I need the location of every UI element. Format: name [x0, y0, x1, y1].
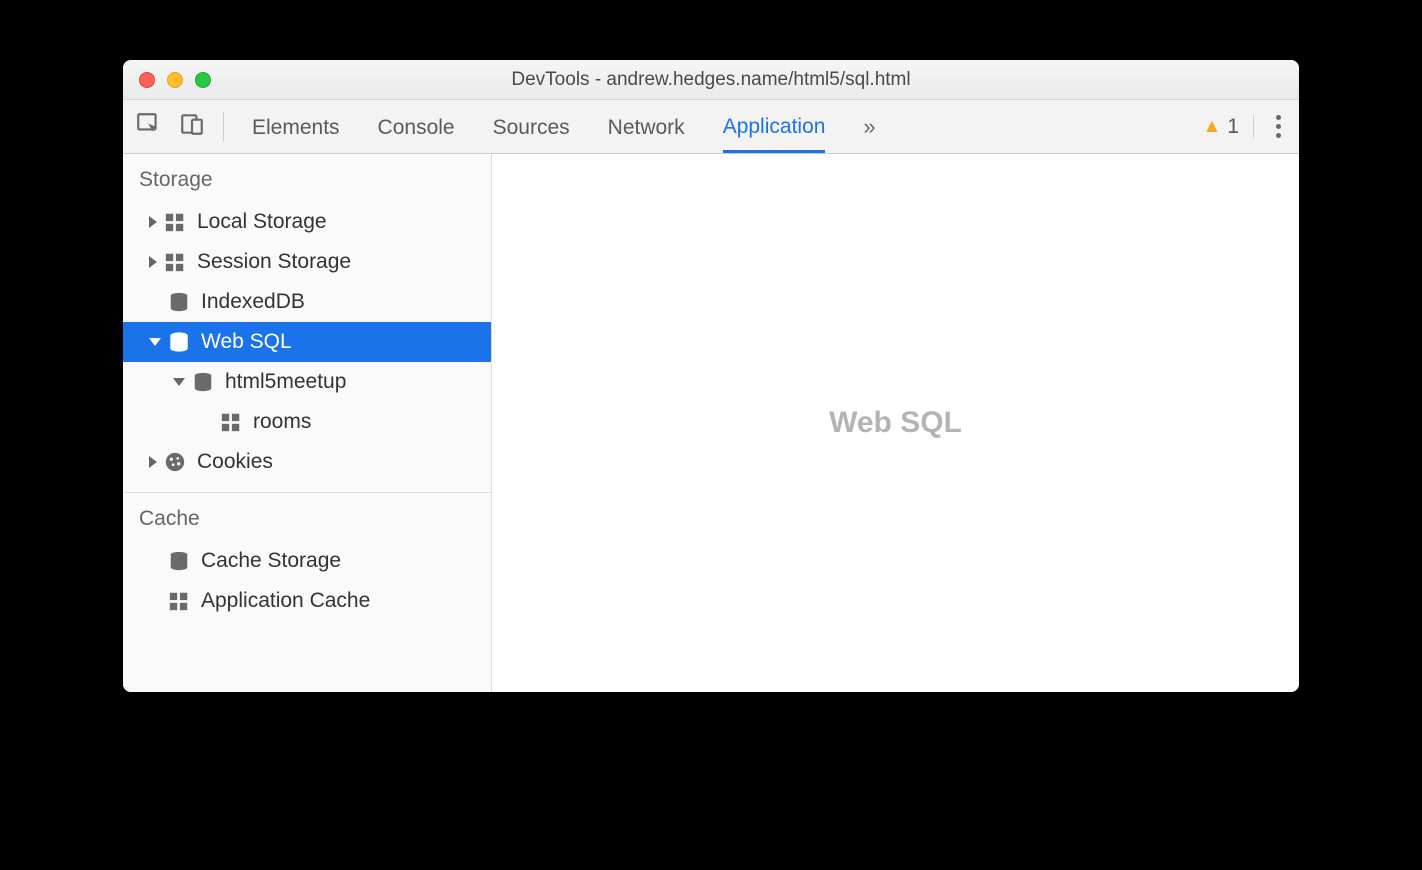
cookie-icon: [163, 450, 187, 474]
minimize-button[interactable]: [167, 72, 183, 88]
sidebar-item-database[interactable]: html5meetup: [123, 362, 491, 402]
tab-console[interactable]: Console: [378, 102, 455, 152]
panel-tabs: Elements Console Sources Network Applica…: [224, 101, 1187, 153]
warning-icon: ▲: [1203, 116, 1222, 138]
window-title: DevTools - andrew.hedges.name/html5/sql.…: [123, 69, 1299, 91]
storage-icon: [167, 589, 191, 613]
inspect-element-icon[interactable]: [135, 111, 161, 142]
expand-arrow-icon: [149, 256, 157, 268]
main-content: Web SQL: [492, 154, 1299, 692]
more-tabs-icon[interactable]: »: [863, 114, 875, 140]
tab-application[interactable]: Application: [723, 101, 826, 153]
storage-icon: [163, 250, 187, 274]
storage-section-header: Storage: [123, 154, 491, 202]
table-icon: [219, 410, 243, 434]
sidebar-item-label: Cache Storage: [201, 549, 341, 573]
collapse-arrow-icon: [173, 378, 185, 386]
database-icon: [191, 370, 215, 394]
sidebar-item-label: Cookies: [197, 450, 273, 474]
application-sidebar: Storage Local Storage Session Storage: [123, 154, 492, 692]
close-button[interactable]: [139, 72, 155, 88]
storage-icon: [163, 210, 187, 234]
sidebar-item-label: Session Storage: [197, 250, 351, 274]
tab-network[interactable]: Network: [608, 102, 685, 152]
collapse-arrow-icon: [149, 338, 161, 346]
sidebar-item-session-storage[interactable]: Session Storage: [123, 242, 491, 282]
devtools-window: DevTools - andrew.hedges.name/html5/sql.…: [123, 60, 1299, 692]
database-icon: [167, 330, 191, 354]
settings-menu-icon[interactable]: [1270, 115, 1287, 138]
database-icon: [167, 549, 191, 573]
sidebar-item-label: IndexedDB: [201, 290, 305, 314]
sidebar-item-label: Web SQL: [201, 330, 292, 354]
warnings-badge[interactable]: ▲ 1: [1203, 115, 1255, 139]
sidebar-item-label: Local Storage: [197, 210, 327, 234]
titlebar: DevTools - andrew.hedges.name/html5/sql.…: [123, 60, 1299, 100]
tab-elements[interactable]: Elements: [252, 102, 340, 152]
devtools-toolbar: Elements Console Sources Network Applica…: [123, 100, 1299, 154]
sidebar-item-indexeddb[interactable]: IndexedDB: [123, 282, 491, 322]
expand-arrow-icon: [149, 216, 157, 228]
sidebar-item-table[interactable]: rooms: [123, 402, 491, 442]
expand-arrow-icon: [149, 456, 157, 468]
tab-sources[interactable]: Sources: [493, 102, 570, 152]
sidebar-item-label: rooms: [253, 410, 311, 434]
sidebar-item-label: Application Cache: [201, 589, 370, 613]
sidebar-item-label: html5meetup: [225, 370, 346, 394]
device-toolbar-icon[interactable]: [179, 111, 205, 142]
warning-count: 1: [1227, 115, 1239, 139]
sidebar-item-cache-storage[interactable]: Cache Storage: [123, 541, 491, 581]
cache-section-header: Cache: [123, 493, 491, 541]
sidebar-item-cookies[interactable]: Cookies: [123, 442, 491, 482]
sidebar-item-local-storage[interactable]: Local Storage: [123, 202, 491, 242]
sidebar-item-web-sql[interactable]: Web SQL: [123, 322, 491, 362]
toolbar-right: ▲ 1: [1187, 115, 1288, 139]
toolbar-left: [135, 112, 224, 142]
panel-body: Storage Local Storage Session Storage: [123, 154, 1299, 692]
maximize-button[interactable]: [195, 72, 211, 88]
database-icon: [167, 290, 191, 314]
placeholder-heading: Web SQL: [829, 406, 962, 440]
sidebar-item-application-cache[interactable]: Application Cache: [123, 581, 491, 621]
traffic-lights: [123, 72, 211, 88]
